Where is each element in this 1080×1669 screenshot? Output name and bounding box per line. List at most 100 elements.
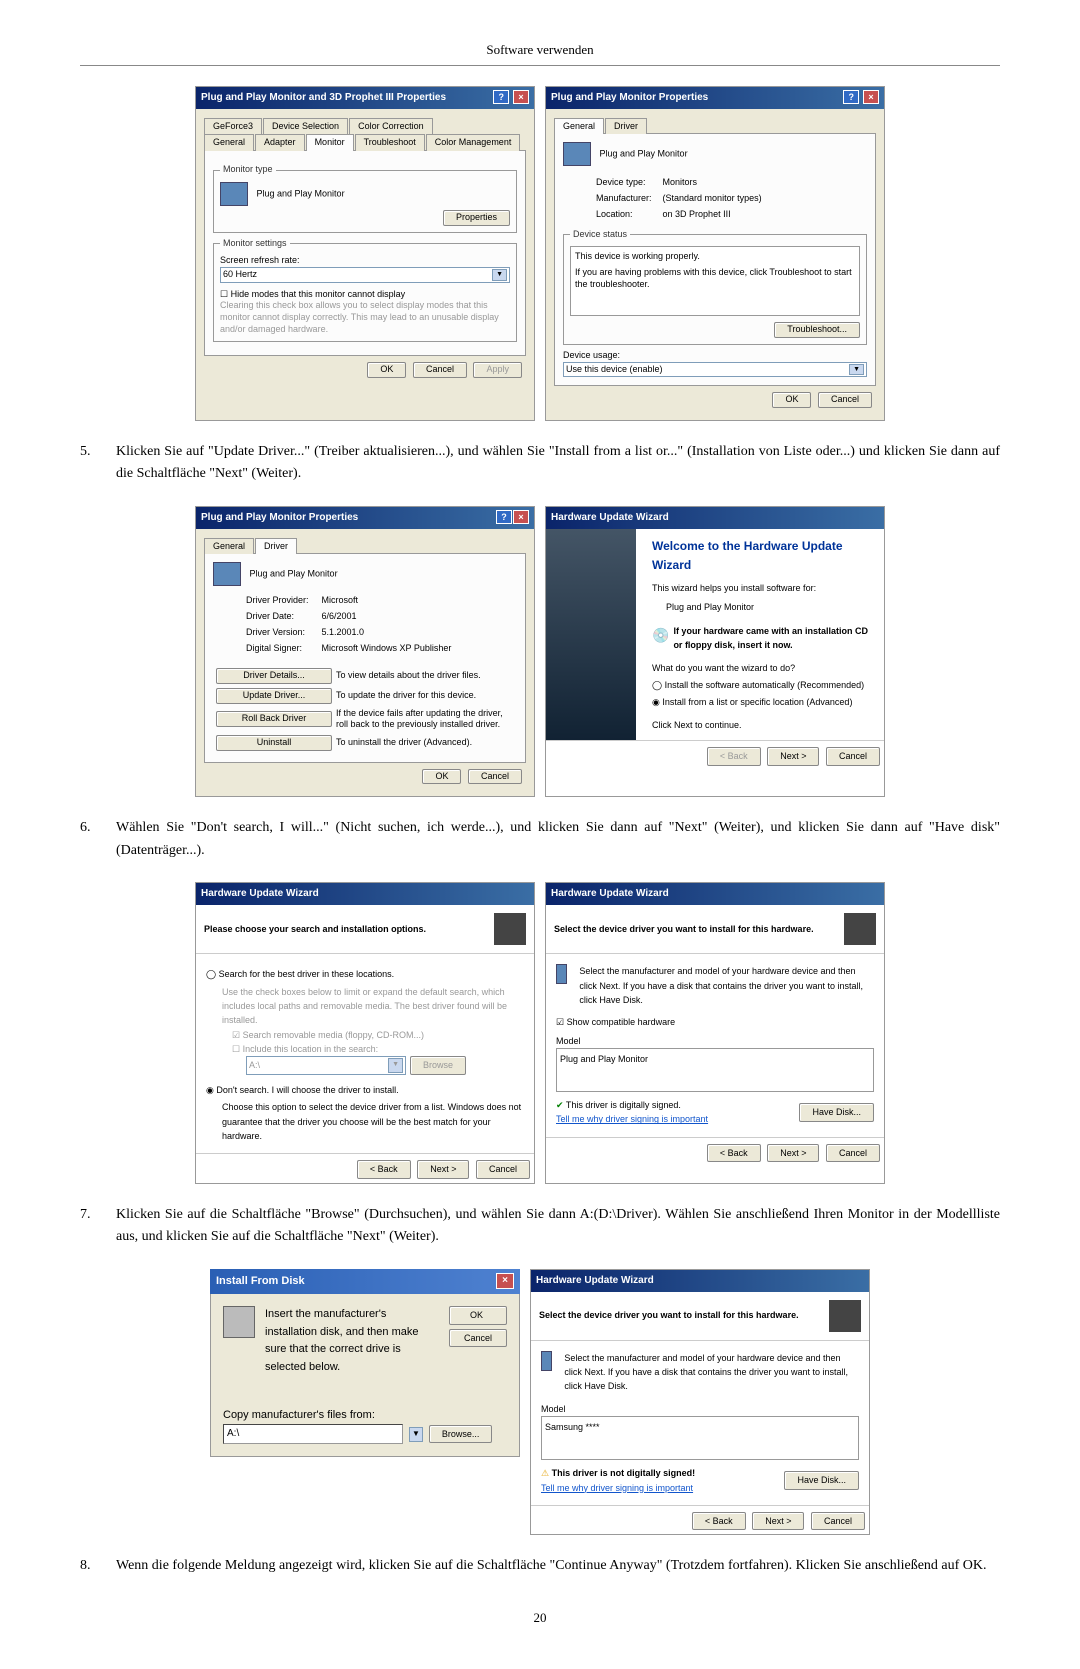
tabs-row-lower: General Adapter Monitor Troubleshoot Col… bbox=[204, 133, 526, 150]
signing-link[interactable]: Tell me why driver signing is important bbox=[541, 1483, 693, 1493]
model-item[interactable]: Samsung **** bbox=[545, 1422, 600, 1432]
wizard-device-name: Plug and Play Monitor bbox=[666, 600, 876, 614]
chevron-down-icon[interactable]: ▼ bbox=[492, 269, 507, 281]
back-button[interactable]: < Back bbox=[692, 1512, 746, 1530]
titlebar[interactable]: Plug and Play Monitor Properties ? × bbox=[546, 87, 884, 109]
radio-dont-search-label: Don't search. I will choose the driver t… bbox=[216, 1085, 398, 1095]
select-desc: Select the manufacturer and model of you… bbox=[579, 964, 874, 1007]
device-usage-dropdown[interactable]: Use this device (enable) ▼ bbox=[563, 362, 867, 378]
refresh-rate-dropdown[interactable]: 60 Hertz ▼ bbox=[220, 267, 510, 283]
device-info-table: Device type:Monitors Manufacturer:(Stand… bbox=[593, 174, 765, 223]
model-label: Model bbox=[556, 1034, 874, 1048]
tab-device-selection[interactable]: Device Selection bbox=[263, 118, 348, 135]
tab-monitor[interactable]: Monitor bbox=[306, 134, 354, 151]
wizard-helps-text: This wizard helps you install software f… bbox=[652, 581, 876, 595]
help-icon[interactable]: ? bbox=[843, 90, 859, 104]
close-icon[interactable]: × bbox=[513, 510, 529, 524]
next-button[interactable]: Next > bbox=[767, 747, 819, 765]
rollback-driver-button[interactable]: Roll Back Driver bbox=[216, 711, 332, 727]
troubleshoot-button[interactable]: Troubleshoot... bbox=[774, 322, 860, 338]
titlebar[interactable]: Hardware Update Wizard bbox=[546, 507, 884, 529]
wizard-banner: Select the device driver you want to ins… bbox=[539, 1308, 799, 1322]
dialog-hw-wizard-welcome: Hardware Update Wizard Welcome to the Ha… bbox=[545, 506, 885, 798]
continue-hint: Click Next to continue. bbox=[652, 718, 876, 732]
tab-general[interactable]: General bbox=[554, 118, 604, 135]
radio-install-list[interactable]: ◉ Install from a list or specific locati… bbox=[652, 695, 876, 709]
path-input[interactable]: A:\ bbox=[223, 1424, 403, 1444]
ok-button[interactable]: OK bbox=[422, 769, 461, 785]
cancel-button[interactable]: Cancel bbox=[826, 1144, 880, 1162]
close-icon[interactable]: × bbox=[863, 90, 879, 104]
browse-button[interactable]: Browse... bbox=[429, 1425, 493, 1443]
tab-troubleshoot[interactable]: Troubleshoot bbox=[355, 134, 425, 151]
back-button[interactable]: < Back bbox=[707, 1144, 761, 1162]
browse-button: Browse bbox=[410, 1056, 466, 1074]
have-disk-button[interactable]: Have Disk... bbox=[799, 1103, 874, 1121]
cancel-button[interactable]: Cancel bbox=[818, 392, 872, 408]
radio-install-auto[interactable]: ◯ Install the software automatically (Re… bbox=[652, 678, 876, 692]
cancel-button[interactable]: Cancel bbox=[476, 1160, 530, 1178]
back-button[interactable]: < Back bbox=[357, 1160, 411, 1178]
properties-button[interactable]: Properties bbox=[443, 210, 510, 226]
title-text: Hardware Update Wizard bbox=[551, 886, 669, 902]
dialog-install-from-disk: Install From Disk × Insert the manufactu… bbox=[210, 1269, 520, 1536]
tab-driver[interactable]: Driver bbox=[255, 538, 297, 555]
close-icon[interactable]: × bbox=[496, 1273, 514, 1289]
have-disk-button[interactable]: Have Disk... bbox=[784, 1471, 859, 1489]
hide-modes-checkbox[interactable]: Hide modes that this monitor cannot disp… bbox=[220, 289, 510, 301]
next-button[interactable]: Next > bbox=[752, 1512, 804, 1530]
cancel-button[interactable]: Cancel bbox=[449, 1329, 507, 1347]
refresh-rate-label: Screen refresh rate: bbox=[220, 255, 510, 267]
show-compatible-checkbox[interactable]: Show compatible hardware bbox=[556, 1015, 874, 1029]
tab-geforce3[interactable]: GeForce3 bbox=[204, 118, 262, 135]
dialog-pnp-monitor-driver: Plug and Play Monitor Properties ?× Gene… bbox=[195, 506, 535, 798]
next-button[interactable]: Next > bbox=[767, 1144, 819, 1162]
ok-button[interactable]: OK bbox=[367, 362, 406, 378]
wizard-banner: Select the device driver you want to ins… bbox=[554, 922, 814, 936]
uninstall-button[interactable]: Uninstall bbox=[216, 735, 332, 751]
ok-button[interactable]: OK bbox=[449, 1306, 507, 1324]
driver-details-button[interactable]: Driver Details... bbox=[216, 668, 332, 684]
help-icon[interactable]: ? bbox=[496, 510, 512, 524]
cancel-button[interactable]: Cancel bbox=[413, 362, 467, 378]
tab-driver[interactable]: Driver bbox=[605, 118, 647, 135]
model-listbox[interactable]: Samsung **** bbox=[541, 1416, 859, 1460]
signing-link[interactable]: Tell me why driver signing is important bbox=[556, 1114, 708, 1124]
device-status-group: Device status This device is working pro… bbox=[563, 229, 867, 345]
titlebar[interactable]: Install From Disk × bbox=[210, 1269, 520, 1295]
chevron-down-icon[interactable]: ▼ bbox=[849, 364, 864, 376]
help-icon[interactable]: ? bbox=[493, 90, 509, 104]
refresh-rate-value: 60 Hertz bbox=[223, 269, 257, 281]
window-buttons: ? × bbox=[842, 90, 879, 106]
update-driver-button[interactable]: Update Driver... bbox=[216, 688, 332, 704]
tab-color-correction[interactable]: Color Correction bbox=[349, 118, 433, 135]
model-listbox[interactable]: Plug and Play Monitor bbox=[556, 1048, 874, 1092]
radio-install-auto-label: Install the software automatically (Reco… bbox=[665, 680, 865, 690]
tab-general[interactable]: General bbox=[204, 538, 254, 555]
radio-search-best[interactable]: ◯ Search for the best driver in these lo… bbox=[206, 967, 524, 981]
tab-adapter[interactable]: Adapter bbox=[255, 134, 305, 151]
chevron-down-icon[interactable]: ▼ bbox=[409, 1427, 423, 1442]
monitor-icon bbox=[563, 142, 591, 166]
chevron-down-icon: ▼ bbox=[388, 1058, 403, 1072]
cancel-button[interactable]: Cancel bbox=[811, 1512, 865, 1530]
cancel-button[interactable]: Cancel bbox=[468, 769, 522, 785]
cancel-button[interactable]: Cancel bbox=[826, 747, 880, 765]
tab-color-management[interactable]: Color Management bbox=[426, 134, 521, 151]
floppy-icon bbox=[223, 1306, 255, 1338]
figure-row-4: Install From Disk × Insert the manufactu… bbox=[80, 1269, 1000, 1536]
titlebar[interactable]: Plug and Play Monitor Properties ?× bbox=[196, 507, 534, 529]
next-button[interactable]: Next > bbox=[417, 1160, 469, 1178]
shield-icon: ✔ bbox=[556, 1100, 564, 1110]
ok-button[interactable]: OK bbox=[772, 392, 811, 408]
titlebar[interactable]: Plug and Play Monitor and 3D Prophet III… bbox=[196, 87, 534, 109]
radio-dont-search[interactable]: ◉ Don't search. I will choose the driver… bbox=[206, 1083, 524, 1097]
close-icon[interactable]: × bbox=[513, 90, 529, 104]
driver-info-table: Driver Provider:Microsoft Driver Date:6/… bbox=[243, 592, 454, 657]
window-buttons: ? × bbox=[492, 90, 529, 106]
tab-general[interactable]: General bbox=[204, 134, 254, 151]
title-text: Install From Disk bbox=[216, 1273, 305, 1291]
manufacturer-label: Manufacturer: bbox=[595, 192, 660, 206]
model-item[interactable]: Plug and Play Monitor bbox=[560, 1054, 648, 1064]
dialog-hw-wizard-samsung: Hardware Update Wizard Select the device… bbox=[530, 1269, 870, 1536]
